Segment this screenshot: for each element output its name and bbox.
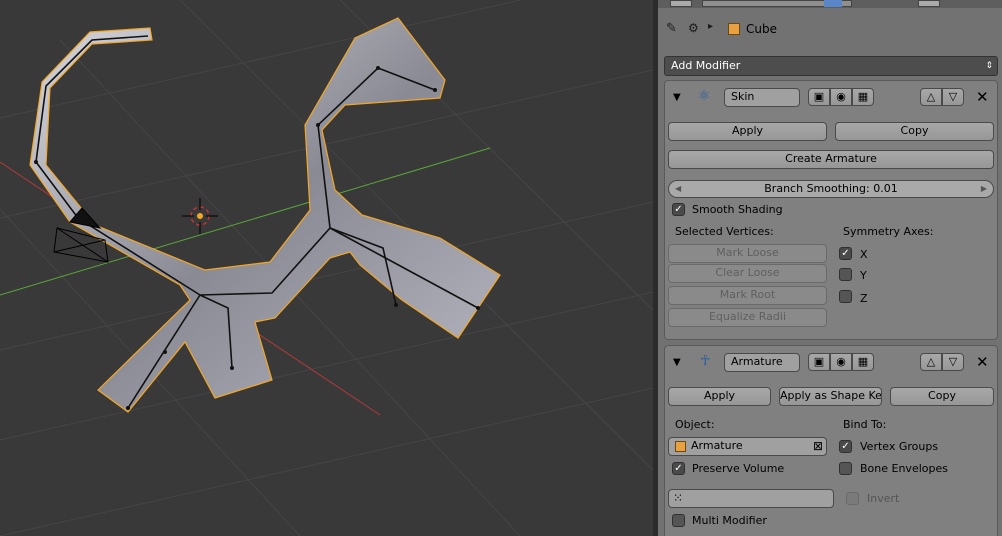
- branch-smoothing-slider[interactable]: ◀ Branch Smoothing: 0.01 ▶: [668, 180, 994, 198]
- bone-envelopes-label: Bone Envelopes: [860, 462, 948, 475]
- editmode-toggle-icon[interactable]: ▦: [852, 353, 874, 371]
- collapse-triangle-icon[interactable]: ▼: [673, 357, 681, 368]
- render-tab[interactable]: [670, 0, 692, 7]
- apply-as-shape-key-button[interactable]: Apply as Shape Key: [779, 387, 882, 406]
- 3d-cursor-icon[interactable]: [182, 198, 218, 234]
- eye-icon[interactable]: ◉: [830, 88, 852, 106]
- decrement-arrow-icon[interactable]: ◀: [675, 181, 681, 197]
- armature-object-field[interactable]: Armature ⊠: [668, 437, 827, 456]
- mark-root-button[interactable]: Mark Root: [668, 286, 827, 305]
- render-toggle-icon[interactable]: ▣: [808, 88, 830, 106]
- armature-name-field[interactable]: Armature: [724, 353, 800, 372]
- vertex-groups-label: Vertex Groups: [860, 440, 939, 453]
- vertex-groups-checkbox[interactable]: ✓: [839, 440, 852, 453]
- move-down-icon[interactable]: ▽: [942, 353, 964, 371]
- close-icon[interactable]: ✕: [976, 353, 989, 371]
- armature-object-value: Armature: [691, 439, 743, 452]
- collapse-triangle-icon[interactable]: ▼: [673, 92, 681, 103]
- move-up-icon[interactable]: △: [920, 88, 942, 106]
- vertex-group-field[interactable]: ⁙: [668, 489, 834, 508]
- clear-loose-button[interactable]: Clear Loose: [668, 264, 827, 283]
- skin-apply-button[interactable]: Apply: [668, 122, 827, 141]
- cube-object-icon: [728, 23, 740, 35]
- cube-object-icon: [675, 441, 686, 452]
- invert-label: Invert: [867, 492, 900, 505]
- properties-editor: ✎ ⚙ ▸ Cube Add Modifier ⇕ ▼ ⚛ Skin ▣ ◉ ▦…: [658, 0, 1002, 536]
- symmetry-z-label: Z: [860, 292, 868, 305]
- modifiers-tab[interactable]: [824, 0, 842, 7]
- smooth-shading-checkbox[interactable]: ✓: [672, 203, 685, 216]
- move-down-icon[interactable]: ▽: [942, 88, 964, 106]
- symmetry-axes-label: Symmetry Axes:: [843, 225, 934, 238]
- invert-checkbox[interactable]: [846, 492, 859, 505]
- mark-loose-button[interactable]: Mark Loose: [668, 244, 827, 263]
- branch-smoothing-label: Branch Smoothing: 0.01: [764, 182, 898, 195]
- symmetry-y-checkbox[interactable]: [839, 268, 852, 281]
- skin-name-field[interactable]: Skin: [724, 88, 800, 107]
- close-icon[interactable]: ✕: [976, 88, 989, 106]
- clear-field-icon[interactable]: ⊠: [813, 438, 823, 454]
- context-tabs[interactable]: [658, 0, 1002, 8]
- add-modifier-dropdown[interactable]: Add Modifier ⇕: [664, 56, 998, 76]
- 3d-viewport[interactable]: [0, 0, 653, 536]
- updown-arrows-icon: ⇕: [985, 61, 993, 71]
- breadcrumb: ✎ ⚙ ▸ Cube: [666, 21, 986, 39]
- armature-apply-button[interactable]: Apply: [668, 387, 771, 406]
- viewport-canvas[interactable]: [0, 0, 653, 536]
- pin-icon[interactable]: ✎: [666, 21, 677, 36]
- symmetry-y-label: Y: [860, 269, 867, 282]
- chevron-right-icon: ▸: [708, 21, 714, 32]
- scene-icon: ⚙: [688, 21, 699, 35]
- armature-copy-button[interactable]: Copy: [890, 387, 994, 406]
- move-up-icon[interactable]: △: [920, 353, 942, 371]
- add-modifier-label: Add Modifier: [671, 59, 741, 72]
- object-label: Object:: [675, 418, 715, 431]
- increment-arrow-icon[interactable]: ▶: [981, 181, 987, 197]
- multi-modifier-label: Multi Modifier: [692, 514, 767, 527]
- create-armature-button[interactable]: Create Armature: [668, 150, 994, 169]
- multi-modifier-checkbox[interactable]: [672, 514, 685, 527]
- smooth-shading-label: Smooth Shading: [692, 203, 783, 216]
- equalize-radii-button[interactable]: Equalize Radii: [668, 308, 827, 327]
- editmode-toggle-icon[interactable]: ▦: [852, 88, 874, 106]
- symmetry-z-checkbox[interactable]: [839, 290, 852, 303]
- symmetry-x-label: X: [860, 248, 868, 261]
- viewport-grid: [0, 0, 653, 536]
- render-toggle-icon[interactable]: ▣: [808, 353, 830, 371]
- preserve-volume-label: Preserve Volume: [692, 462, 785, 475]
- eye-icon[interactable]: ◉: [830, 353, 852, 371]
- physics-tab[interactable]: [918, 0, 940, 7]
- symmetry-x-checkbox[interactable]: ✓: [839, 247, 852, 260]
- bind-to-label: Bind To:: [843, 418, 887, 431]
- selected-vertices-label: Selected Vertices:: [675, 225, 774, 238]
- skin-copy-button[interactable]: Copy: [835, 122, 994, 141]
- object-name: Cube: [746, 22, 777, 36]
- vertex-group-icon: ⁙: [673, 491, 684, 505]
- bone-envelopes-checkbox[interactable]: [839, 462, 852, 475]
- skin-modifier-icon: ⚛: [698, 88, 711, 104]
- preserve-volume-checkbox[interactable]: ✓: [672, 462, 685, 475]
- armature-modifier-icon: ☥: [700, 353, 711, 369]
